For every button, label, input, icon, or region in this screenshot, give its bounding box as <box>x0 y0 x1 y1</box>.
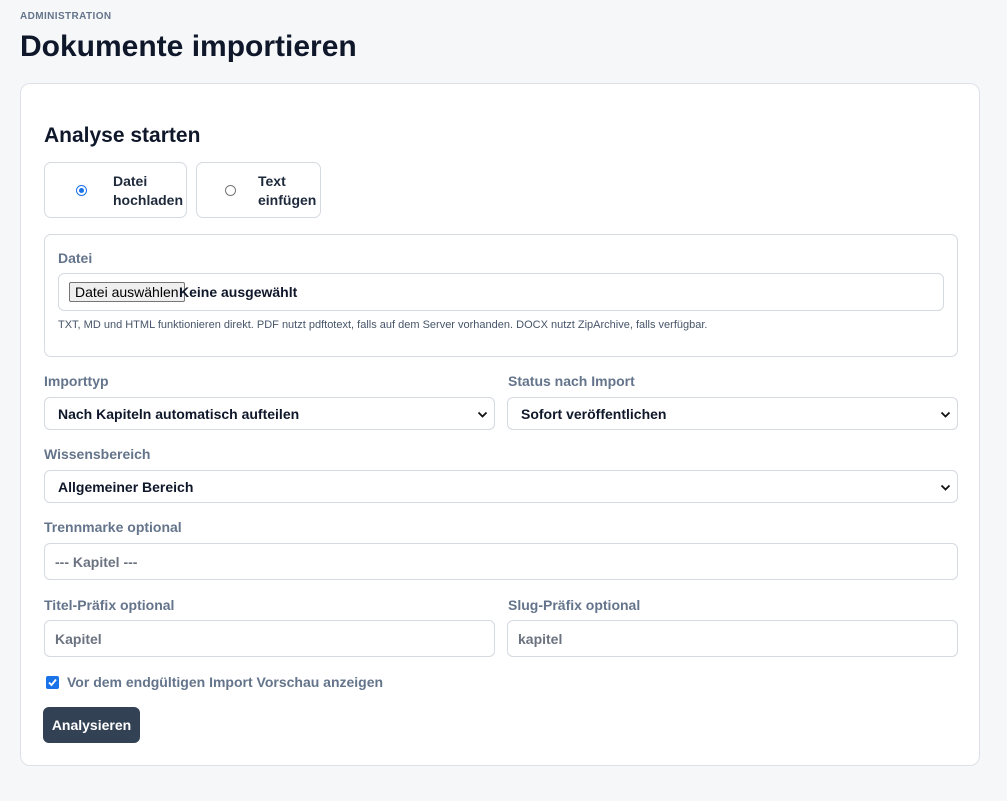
status-after-label: Status nach Import <box>508 373 635 389</box>
knowledge-area-value: Allgemeiner Bereich <box>58 479 194 495</box>
section-title: Analyse starten <box>44 124 201 147</box>
chevron-down-icon <box>940 411 951 418</box>
import-type-value: Nach Kapiteln automatisch aufteilen <box>58 406 300 422</box>
slug-prefix-input[interactable]: kapitel <box>507 620 958 657</box>
import-card: Analyse starten Datei hochladen Text ein… <box>20 83 980 766</box>
file-upload-panel: Datei Datei auswählen Keine ausgewählt T… <box>44 234 958 357</box>
separator-placeholder: --- Kapitel --- <box>55 554 138 570</box>
title-prefix-label: Titel-Präfix optional <box>44 597 175 613</box>
mode-label-upload: Datei hochladen <box>113 173 184 208</box>
file-input[interactable]: Datei auswählen Keine ausgewählt <box>58 273 944 311</box>
file-status: Keine ausgewählt <box>179 284 298 300</box>
checkmark-icon <box>48 678 57 687</box>
mode-option-paste-text[interactable]: Text einfügen <box>196 162 321 218</box>
preview-checkbox[interactable] <box>46 676 59 689</box>
mode-label-paste-text: Text einfügen <box>258 173 317 208</box>
status-after-value: Sofort veröffentlichen <box>521 406 667 422</box>
preview-checkbox-label[interactable]: Vor dem endgültigen Import Vorschau anze… <box>67 674 383 690</box>
paste-text-radio[interactable] <box>225 185 236 196</box>
file-hint: TXT, MD und HTML funktionieren direkt. P… <box>58 319 708 331</box>
separator-input[interactable]: --- Kapitel --- <box>44 543 958 580</box>
slug-prefix-label: Slug-Präfix optional <box>508 597 641 613</box>
choose-file-button[interactable]: Datei auswählen <box>69 282 185 302</box>
status-after-select[interactable]: Sofort veröffentlichen <box>507 397 958 430</box>
import-type-label: Importtyp <box>44 373 109 389</box>
title-prefix-input[interactable]: Kapitel <box>44 620 495 657</box>
title-prefix-placeholder: Kapitel <box>55 631 102 647</box>
knowledge-area-label: Wissensbereich <box>44 446 151 462</box>
eyebrow-label: ADMINISTRATION <box>20 11 112 22</box>
analyze-button[interactable]: Analysieren <box>43 707 140 743</box>
import-type-select[interactable]: Nach Kapiteln automatisch aufteilen <box>44 397 495 430</box>
knowledge-area-select[interactable]: Allgemeiner Bereich <box>44 470 958 503</box>
analyze-button-label: Analysieren <box>51 717 132 733</box>
file-label: Datei <box>58 250 93 266</box>
chevron-down-icon <box>940 484 951 491</box>
mode-option-upload[interactable]: Datei hochladen <box>44 162 187 218</box>
separator-label: Trennmarke optional <box>44 519 182 535</box>
chevron-down-icon <box>477 411 488 418</box>
slug-prefix-placeholder: kapitel <box>518 631 563 647</box>
page-title: Dokumente importieren <box>20 30 357 63</box>
upload-radio[interactable] <box>76 185 87 196</box>
